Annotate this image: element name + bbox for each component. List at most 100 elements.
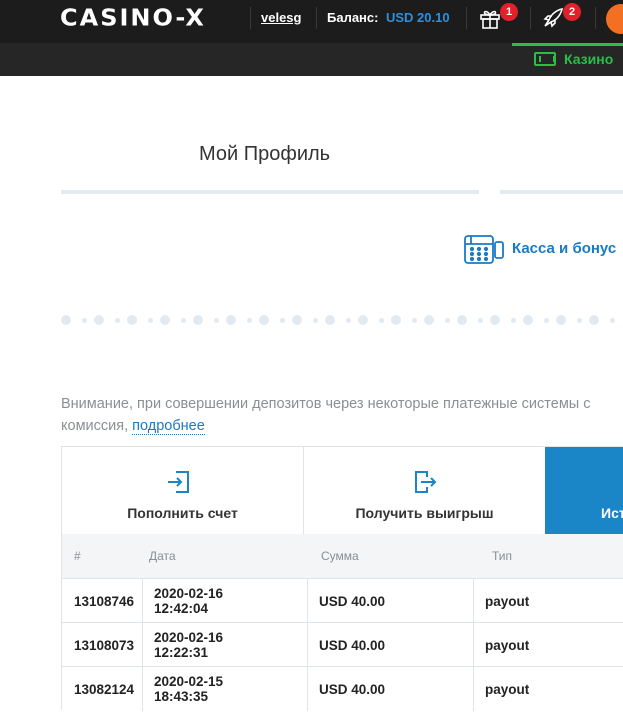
deposit-label: Пополнить счет (127, 505, 238, 521)
transaction-date: 2020-02-16 12:22:31 (154, 630, 224, 660)
cell-divider (142, 667, 143, 711)
dot (214, 318, 219, 323)
transaction-id: 13082124 (74, 681, 135, 697)
column-header-date: Дата (149, 549, 176, 563)
dot (457, 315, 467, 325)
dot (193, 315, 203, 325)
notice-line: Внимание, при совершении депозитов через… (61, 396, 591, 412)
cashier-actions: Пополнить счет Получить выигрыш Ист (61, 446, 623, 535)
transaction-type: payout (485, 593, 530, 609)
dot (523, 315, 533, 325)
history-tab[interactable]: Ист (545, 447, 623, 535)
divider (530, 7, 531, 29)
rocket-icon (541, 7, 565, 34)
top-header: CASINO-X velesg Баланс: USD 20.10 1 2 (0, 0, 623, 43)
dot (379, 318, 384, 323)
profile-tab-underline (61, 190, 479, 194)
divider (466, 7, 467, 29)
tab-underline (500, 190, 623, 194)
withdraw-button[interactable]: Получить выигрыш (303, 447, 545, 535)
dot (127, 315, 137, 325)
cell-divider (142, 623, 143, 667)
more-details-link[interactable]: подробнее (132, 418, 205, 435)
dot (247, 318, 252, 323)
dot (160, 315, 170, 325)
dot (391, 315, 401, 325)
deposit-fee-notice: Внимание, при совершении депозитов через… (61, 393, 623, 437)
withdraw-label: Получить выигрыш (355, 505, 494, 521)
balance-value[interactable]: USD 20.10 (386, 10, 450, 25)
profile-tab-title[interactable]: Мой Профиль (199, 143, 330, 166)
deposit-icon (166, 469, 192, 495)
balance-label: Баланс: (327, 10, 379, 25)
slot-machine-icon (534, 52, 556, 66)
column-header-type: Тип (492, 549, 513, 563)
dot (445, 318, 450, 323)
dot (589, 315, 599, 325)
cell-divider (473, 623, 474, 667)
transaction-amount: USD 40.00 (319, 681, 386, 697)
dot (280, 318, 285, 323)
gifts-badge: 1 (500, 3, 518, 21)
deposit-button[interactable]: Пополнить счет (61, 447, 303, 535)
table-row: 13082124 2020-02-15 18:43:35 USD 40.00 p… (61, 666, 623, 711)
dot (115, 318, 120, 323)
cell-divider (307, 623, 308, 667)
dot (424, 315, 434, 325)
nav-tab-casino[interactable]: Казино (512, 43, 623, 76)
dot (292, 315, 302, 325)
table-header: # Дата Сумма Тип (61, 534, 623, 578)
dot (259, 315, 269, 325)
cell-divider (473, 667, 474, 711)
dot (61, 315, 71, 325)
cell-divider (307, 667, 308, 711)
dot (490, 315, 500, 325)
transaction-id: 13108746 (74, 593, 135, 609)
dot (226, 315, 236, 325)
dot (346, 318, 351, 323)
transaction-type: payout (485, 637, 530, 653)
column-header-amount: Сумма (321, 549, 359, 563)
dot (544, 318, 549, 323)
notice-line: комиссия, подробнее (61, 415, 623, 437)
dot (313, 318, 318, 323)
transaction-amount: USD 40.00 (319, 637, 386, 653)
transaction-type: payout (485, 681, 530, 697)
dot (412, 318, 417, 323)
transaction-amount: USD 40.00 (319, 593, 386, 609)
notice-prefix: комиссия, (61, 418, 133, 434)
divider (250, 7, 251, 29)
cell-divider (307, 579, 308, 623)
dot (148, 318, 153, 323)
transaction-date: 2020-02-16 12:42:04 (154, 586, 224, 616)
gift-icon (478, 10, 502, 34)
cell-divider (473, 579, 474, 623)
column-header-id: # (74, 549, 81, 563)
table-row: 13108746 2020-02-16 12:42:04 USD 40.00 p… (61, 578, 623, 623)
transaction-id: 13108073 (74, 637, 135, 653)
dot (511, 318, 516, 323)
withdraw-icon (412, 469, 438, 495)
avatar[interactable] (606, 4, 623, 34)
dot (577, 318, 582, 323)
dot (325, 315, 335, 325)
dot (94, 315, 104, 325)
dot (82, 318, 87, 323)
dots-divider (61, 314, 623, 326)
cell-divider (142, 579, 143, 623)
dot (610, 318, 615, 323)
dot (358, 315, 368, 325)
username-link[interactable]: velesg (261, 10, 301, 25)
notifications-badge: 2 (563, 3, 581, 21)
transaction-date: 2020-02-15 18:43:35 (154, 674, 224, 704)
table-row: 13108073 2020-02-16 12:22:31 USD 40.00 p… (61, 622, 623, 667)
cashier-bonus-label: Касса и бонус (512, 240, 617, 257)
casino-x-logo[interactable]: CASINO-X (60, 7, 206, 30)
dot (478, 318, 483, 323)
dot (556, 315, 566, 325)
history-tab-label: Ист (601, 505, 623, 521)
casino-tab-label: Казино (564, 51, 614, 67)
divider (595, 7, 596, 29)
dot (181, 318, 186, 323)
divider (316, 7, 317, 29)
